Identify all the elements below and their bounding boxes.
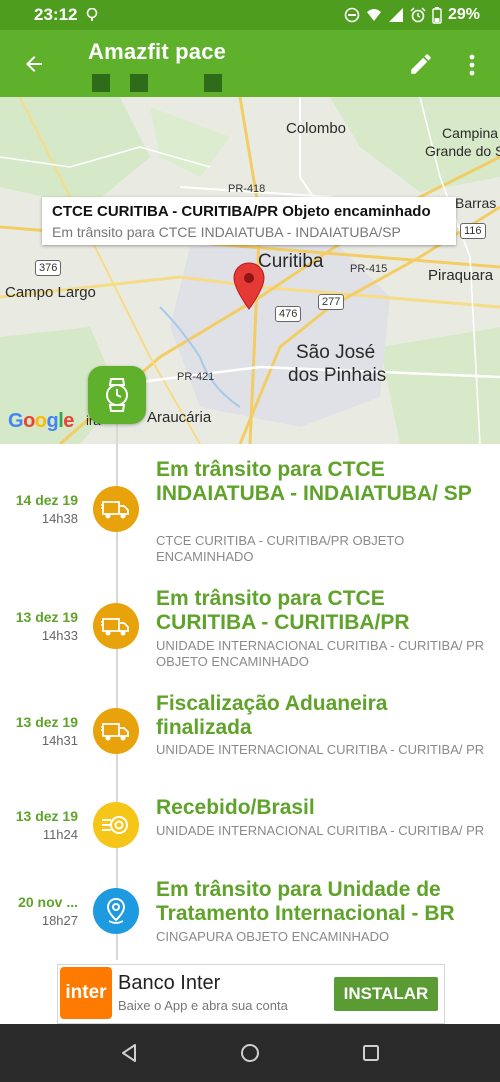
event-time: 18h27 xyxy=(41,913,78,928)
truck-icon xyxy=(101,501,129,519)
truck-icon xyxy=(101,618,129,636)
event-date: 14 dez 19 xyxy=(15,492,78,508)
road-label: PR-415 xyxy=(350,263,388,275)
alarm-icon xyxy=(410,7,426,23)
map-label: Curitiba xyxy=(258,251,324,272)
info-window-title: CTCE CURITIBA - CURITIBA/PR Objeto encam… xyxy=(52,203,431,220)
nav-home-icon[interactable] xyxy=(240,1043,260,1063)
map-label: Grande do S xyxy=(425,143,500,159)
watch-icon xyxy=(106,378,128,412)
event-title: Recebido/Brasil xyxy=(156,796,315,819)
event-time: 14h38 xyxy=(41,511,78,526)
map-label: São José xyxy=(296,342,376,363)
event-date: 20 nov ... xyxy=(18,894,78,910)
status-bar: 23:12 29% xyxy=(0,0,500,30)
ad-subtitle: Baixe o App e abra sua conta xyxy=(118,998,288,1013)
redacted-block xyxy=(92,74,110,92)
redacted-subtitle xyxy=(92,74,222,92)
ad-title: Banco Inter xyxy=(118,972,221,994)
event-title: Em trânsito para CTCE INDAIATUBA - INDAI… xyxy=(156,458,472,505)
event-description: CTCE CURITIBA - CURITIBA/PR OBJETO ENCAM… xyxy=(156,533,405,564)
event-time: 14h33 xyxy=(41,628,78,643)
edit-pencil-icon[interactable] xyxy=(408,51,434,77)
event-description: UNIDADE INTERNACIONAL CURITIBA - CURITIB… xyxy=(156,823,485,838)
map-label: Araucária xyxy=(147,409,212,426)
battery-icon xyxy=(432,6,442,24)
more-vertical-icon[interactable] xyxy=(468,53,476,77)
map-label: Barras xyxy=(455,195,497,211)
install-button[interactable]: INSTALAR xyxy=(334,977,438,1011)
wifi-icon xyxy=(366,9,381,21)
event-time: 11h24 xyxy=(42,827,78,842)
received-icon xyxy=(102,816,128,834)
ad-banner[interactable]: inter Banco Inter Baixe o App e abra sua… xyxy=(57,964,445,1024)
truck-icon xyxy=(101,723,129,741)
status-icons: 29% xyxy=(344,4,480,26)
nav-recents-icon[interactable] xyxy=(361,1043,381,1063)
info-window-subtitle: Em trânsito para CTCE INDAIATUBA - INDAI… xyxy=(52,224,401,240)
map-label: Campo Largo xyxy=(5,284,96,301)
event-icon xyxy=(93,802,139,848)
road-shield: 376 xyxy=(35,260,62,276)
inter-logo: inter xyxy=(60,967,112,1019)
google-logo: Google xyxy=(8,410,74,432)
do-not-disturb-icon xyxy=(344,7,360,23)
road-shield: 277 xyxy=(318,294,345,310)
app-bar: Amazfit pace xyxy=(0,30,500,97)
status-time: 23:12 xyxy=(34,5,78,24)
device-badge xyxy=(88,366,146,424)
road-label: PR-421 xyxy=(177,371,215,383)
nav-back-icon[interactable] xyxy=(119,1043,139,1063)
event-date: 13 dez 19 xyxy=(15,609,78,625)
signal-dot-icon xyxy=(86,8,98,21)
system-nav-bar xyxy=(0,1024,500,1082)
event-date: 13 dez 19 xyxy=(15,714,78,730)
event-title: Em trânsito para CTCE CURITIBA - CURITIB… xyxy=(156,587,410,634)
redacted-block xyxy=(130,74,148,92)
map-info-window[interactable]: CTCE CURITIBA - CURITIBA/PR Objeto encam… xyxy=(42,197,456,245)
back-arrow-icon[interactable] xyxy=(22,52,46,76)
event-description: UNIDADE INTERNACIONAL CURITIBA - CURITIB… xyxy=(156,638,485,669)
road-shield: 476 xyxy=(275,306,302,322)
map-label: Colombo xyxy=(286,120,347,137)
event-icon xyxy=(93,888,139,934)
map-pin-icon[interactable] xyxy=(232,262,266,310)
event-title: Fiscalização Aduaneira finalizada xyxy=(156,692,388,739)
event-icon xyxy=(93,708,139,754)
event-time: 14h31 xyxy=(41,733,78,748)
road-shield: 116 xyxy=(460,223,486,239)
battery-percent: 29% xyxy=(447,6,480,23)
road-label: PR-418 xyxy=(228,183,266,195)
page-title: Amazfit pace xyxy=(88,39,227,64)
event-icon xyxy=(93,603,139,649)
event-date: 13 dez 19 xyxy=(15,808,78,824)
event-icon xyxy=(93,486,139,532)
cell-signal-icon xyxy=(388,8,403,22)
event-description: UNIDADE INTERNACIONAL CURITIBA - CURITIB… xyxy=(156,742,485,757)
location-pin-icon xyxy=(106,897,126,924)
event-description: CINGAPURA OBJETO ENCAMINHADO xyxy=(156,929,390,944)
map-label: Piraquara xyxy=(428,267,494,284)
event-title: Em trânsito para Unidade de Tratamento I… xyxy=(156,878,455,925)
map-label: dos Pinhais xyxy=(288,365,387,386)
redacted-block xyxy=(204,74,222,92)
map-label: Campina xyxy=(442,125,499,141)
